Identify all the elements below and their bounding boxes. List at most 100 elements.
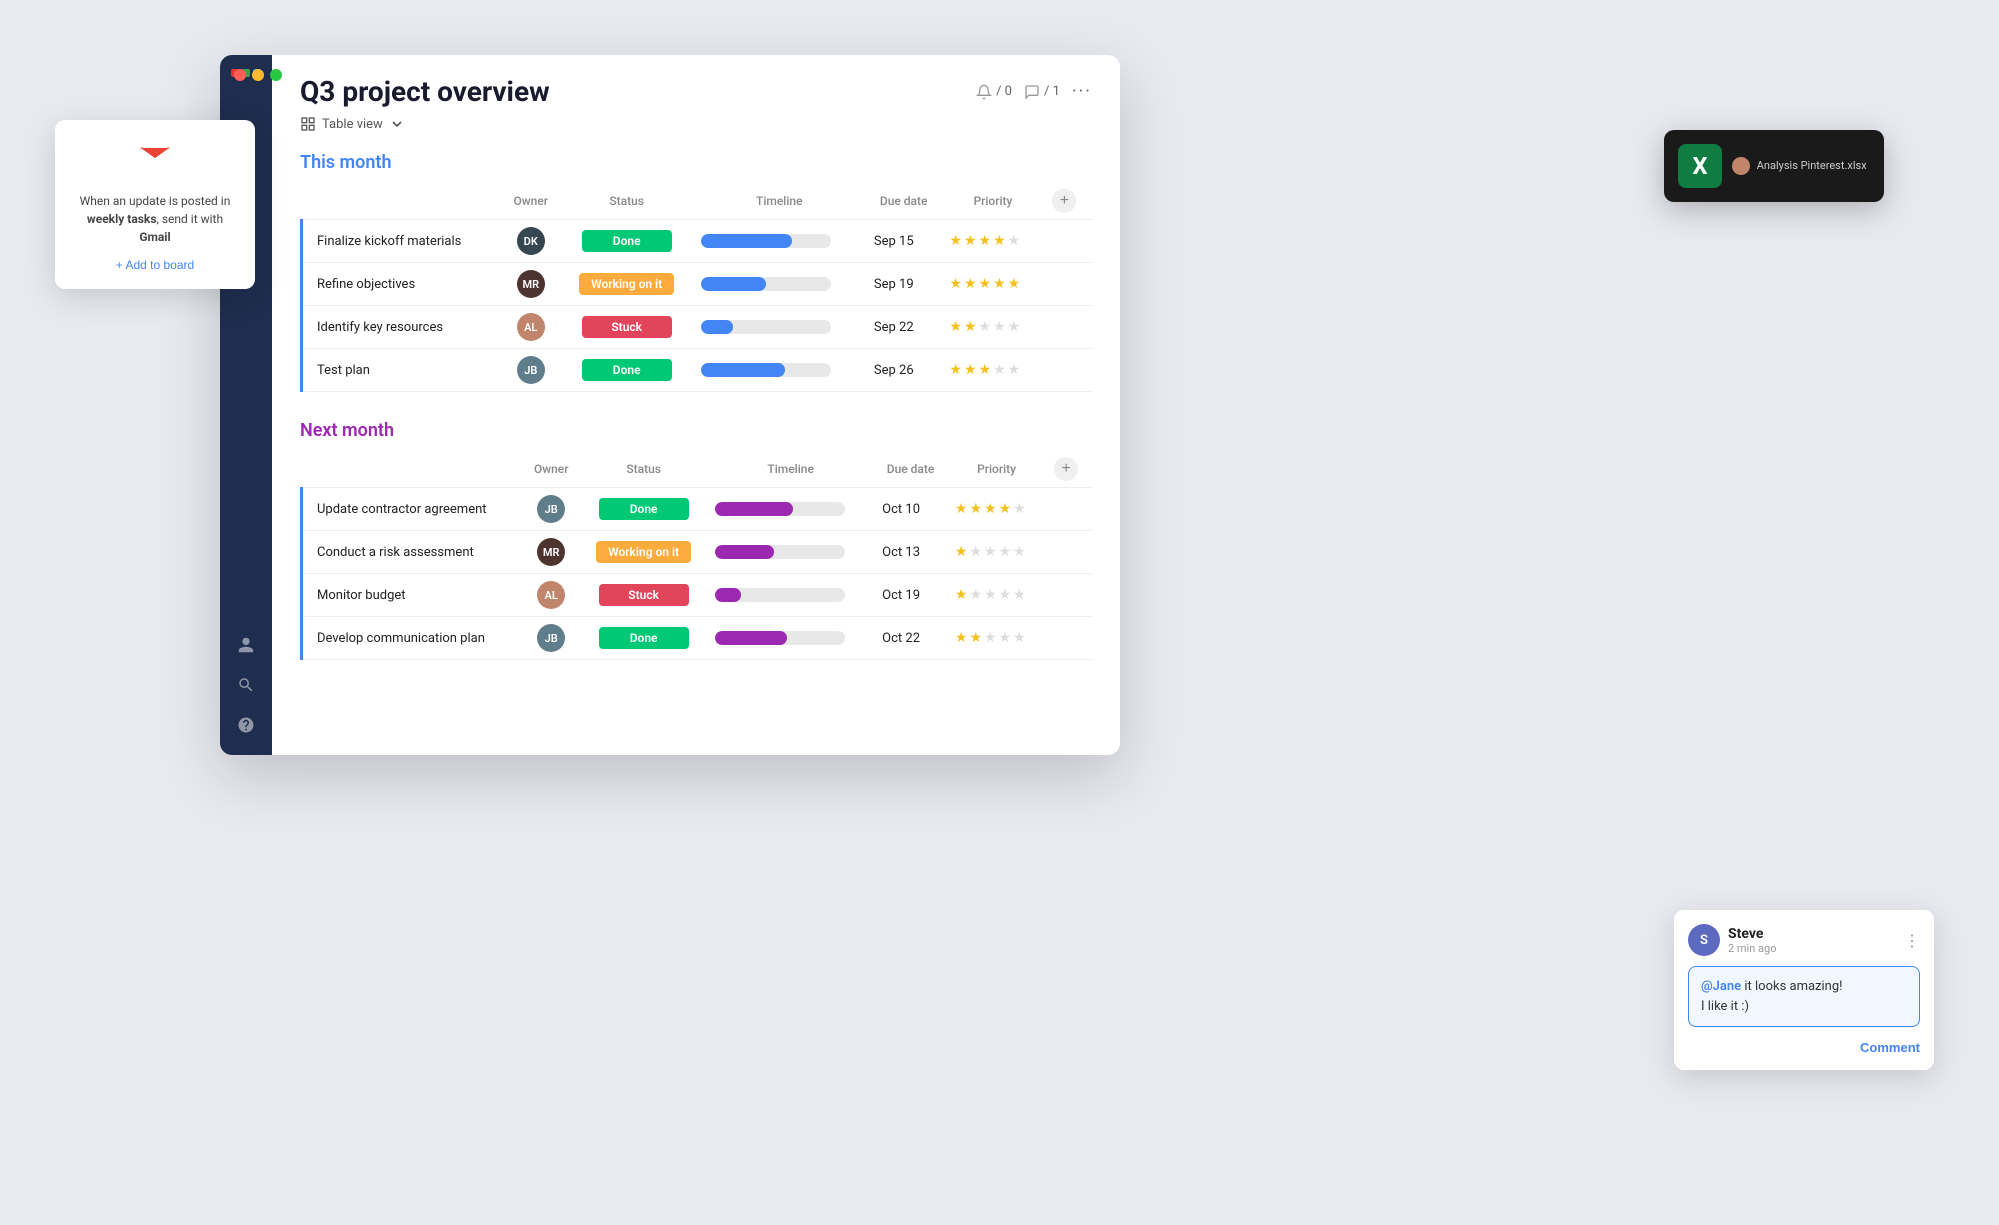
col-owner: Owner [501, 183, 561, 220]
table-row[interactable]: Update contractor agreement JB Done Oct … [302, 488, 1093, 531]
task-duedate-cell: Sep 15 [866, 220, 941, 263]
task-owner-cell: DK [501, 220, 561, 263]
star-icon: ★ [984, 587, 997, 603]
comment-text1: it looks amazing! [1741, 979, 1842, 994]
section-this-month: This month Owner Status Timeline Due dat… [300, 152, 1092, 392]
comments-badge[interactable]: / 1 [1024, 84, 1060, 100]
status-badge[interactable]: Done [582, 230, 672, 252]
task-extra-cell [1046, 574, 1092, 617]
timeline-fill [715, 631, 787, 645]
star-icon: ★ [955, 630, 968, 646]
comment-text2: I like it :) [1701, 999, 1749, 1014]
task-owner-cell: MR [501, 263, 561, 306]
task-name-cell: Update contractor agreement [302, 488, 523, 531]
table-row[interactable]: Refine objectives MR Working on it Sep 1… [302, 263, 1093, 306]
task-status-cell[interactable]: Working on it [580, 531, 707, 574]
status-badge[interactable]: Stuck [582, 316, 672, 338]
sidebar-help-icon[interactable] [230, 709, 262, 741]
status-badge[interactable]: Done [599, 627, 689, 649]
status-badge[interactable]: Done [582, 359, 672, 381]
task-duedate-cell: Oct 10 [874, 488, 947, 531]
priority-stars[interactable]: ★★★★★ [955, 630, 1038, 646]
view-selector[interactable]: Table view [300, 116, 1092, 132]
star-icon: ★ [964, 233, 977, 249]
close-button[interactable] [234, 69, 246, 81]
task-status-cell[interactable]: Done [580, 617, 707, 660]
task-name: Finalize kickoff materials [317, 234, 461, 249]
star-icon: ★ [1013, 630, 1026, 646]
table-row[interactable]: Finalize kickoff materials DK Done Sep 1… [302, 220, 1093, 263]
task-extra-cell [1044, 349, 1092, 392]
priority-stars[interactable]: ★★★★★ [955, 544, 1038, 560]
comment-timestamp: 2 min ago [1728, 942, 1776, 955]
table-row[interactable]: Test plan JB Done Sep 26 ★★★★★ [302, 349, 1093, 392]
status-badge[interactable]: Working on it [596, 541, 691, 563]
more-options-button[interactable]: ··· [1072, 81, 1092, 102]
header-actions: / 0 / 1 ··· [976, 81, 1092, 102]
priority-stars[interactable]: ★★★★★ [949, 319, 1036, 335]
add-column-button[interactable]: + [1054, 457, 1078, 481]
add-column-button[interactable]: + [1052, 189, 1076, 213]
task-priority-cell: ★★★★★ [941, 263, 1044, 306]
star-icon: ★ [949, 276, 962, 292]
task-extra-cell [1046, 488, 1092, 531]
sidebar-person-icon[interactable] [230, 629, 262, 661]
task-timeline-cell [707, 574, 874, 617]
main-window: Q3 project overview / 0 / 1 ··· Table vi… [220, 55, 1120, 755]
task-status-cell[interactable]: Stuck [580, 574, 707, 617]
star-icon: ★ [969, 501, 982, 517]
star-icon: ★ [955, 587, 968, 603]
priority-stars[interactable]: ★★★★★ [949, 233, 1036, 249]
task-owner-cell: AL [522, 574, 580, 617]
task-status-cell[interactable]: Working on it [561, 263, 693, 306]
table-row[interactable]: Conduct a risk assessment MR Working on … [302, 531, 1093, 574]
star-icon: ★ [1008, 233, 1021, 249]
maximize-button[interactable] [270, 69, 282, 81]
page-header: Q3 project overview / 0 / 1 ··· [300, 75, 1092, 108]
comment-mention: @Jane [1701, 979, 1741, 994]
task-priority-cell: ★★★★★ [941, 220, 1044, 263]
star-icon: ★ [955, 544, 968, 560]
comment-avatar: S [1688, 924, 1720, 956]
sections-container: This month Owner Status Timeline Due dat… [300, 152, 1092, 660]
owner-avatar: DK [517, 227, 545, 255]
comment-more-button[interactable]: ⋮ [1904, 931, 1920, 950]
star-icon: ★ [993, 276, 1006, 292]
task-duedate-cell: Oct 19 [874, 574, 947, 617]
sidebar-search-icon[interactable] [230, 669, 262, 701]
star-icon: ★ [979, 319, 992, 335]
task-status-cell[interactable]: Done [561, 349, 693, 392]
notifications-badge[interactable]: / 0 [976, 84, 1012, 100]
task-status-cell[interactable]: Stuck [561, 306, 693, 349]
task-timeline-cell [693, 220, 866, 263]
star-icon: ★ [964, 362, 977, 378]
view-label: Table view [322, 117, 383, 132]
comment-button[interactable]: Comment [1860, 1040, 1920, 1055]
task-name-cell: Finalize kickoff materials [302, 220, 501, 263]
priority-stars[interactable]: ★★★★★ [955, 501, 1038, 517]
timeline-fill [701, 363, 786, 377]
status-badge[interactable]: Stuck [599, 584, 689, 606]
section-next-month: Next month Owner Status Timeline Due dat… [300, 420, 1092, 660]
table-row[interactable]: Develop communication plan JB Done Oct 2… [302, 617, 1093, 660]
priority-stars[interactable]: ★★★★★ [955, 587, 1038, 603]
task-status-cell[interactable]: Done [561, 220, 693, 263]
table-row[interactable]: Identify key resources AL Stuck Sep 22 ★… [302, 306, 1093, 349]
task-status-cell[interactable]: Done [580, 488, 707, 531]
owner-avatar: JB [537, 624, 565, 652]
task-name-cell: Develop communication plan [302, 617, 523, 660]
status-badge[interactable]: Working on it [579, 273, 674, 295]
timeline-fill [701, 277, 766, 291]
task-name: Refine objectives [317, 277, 415, 292]
star-icon: ★ [979, 233, 992, 249]
table-row[interactable]: Monitor budget AL Stuck Oct 19 ★★★★★ [302, 574, 1093, 617]
task-owner-cell: MR [522, 531, 580, 574]
priority-stars[interactable]: ★★★★★ [949, 362, 1036, 378]
status-badge[interactable]: Done [599, 498, 689, 520]
gmail-add-button[interactable]: + Add to board [116, 258, 194, 272]
minimize-button[interactable] [252, 69, 264, 81]
priority-stars[interactable]: ★★★★★ [949, 276, 1036, 292]
star-icon: ★ [999, 544, 1012, 560]
task-name-cell: Test plan [302, 349, 501, 392]
timeline-bar [701, 363, 831, 377]
